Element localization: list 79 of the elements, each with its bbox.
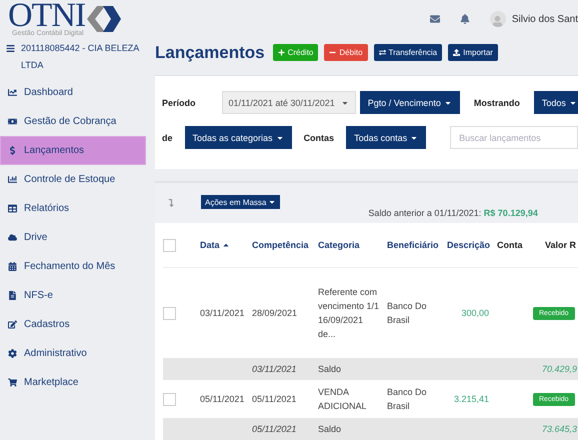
- category-cell-text: VENDA ADICIONAL: [318, 386, 368, 413]
- action-button[interactable]: Transferência: [374, 44, 442, 61]
- filter-label: de: [162, 132, 173, 142]
- column-header: Conta: [497, 240, 524, 250]
- sidebar-item[interactable]: Relatórios: [0, 194, 146, 223]
- dollar-icon: [8, 146, 17, 155]
- line-chart-icon: [8, 88, 17, 97]
- balance-date: 03/11/2021: [252, 363, 298, 376]
- competence-cell-text: 05/11/2021: [252, 393, 298, 406]
- edit-icon: [8, 320, 17, 329]
- search-field[interactable]: Buscar lançamentos: [450, 126, 578, 149]
- sidebar-item[interactable]: Gestão de Cobrança: [0, 107, 146, 136]
- sidebar-item[interactable]: Marketplace: [0, 368, 146, 397]
- date-cell-text: 03/11/2021: [200, 307, 246, 320]
- filter-label: Período: [162, 98, 196, 108]
- row-checkbox[interactable]: [163, 306, 176, 320]
- company-name: 201118085442 - CIA BELEZA LTDA: [21, 42, 140, 72]
- user-name[interactable]: Silvio dos Sant: [512, 14, 578, 24]
- balance-label: Saldo: [318, 423, 342, 436]
- sidebar-item[interactable]: Fechamento do Mês: [0, 252, 146, 281]
- document-icon: [8, 291, 17, 300]
- cloud-icon: [8, 233, 17, 242]
- payee-cell-text: Banco Do Brasil: [387, 300, 428, 327]
- table-icon: [8, 204, 17, 213]
- accounts-dropdown[interactable]: Todas contas: [346, 126, 426, 149]
- category-dropdown[interactable]: Todas as categorias: [184, 126, 292, 149]
- competence-cell-text: 28/09/2021: [252, 307, 298, 320]
- amount-cell-text: 3.215,41: [452, 393, 490, 406]
- column-header[interactable]: Data: [200, 240, 252, 250]
- banknote-icon: [8, 117, 17, 126]
- payee-cell-text: Banco Do Brasil: [387, 386, 428, 413]
- notification-icon[interactable]: [460, 14, 470, 24]
- menu-icon[interactable]: [6, 44, 15, 53]
- mail-icon[interactable]: [430, 14, 440, 24]
- sidebar-item[interactable]: Lançamentos: [0, 136, 146, 165]
- row-checkbox[interactable]: [163, 392, 176, 406]
- plus-icon: [278, 49, 285, 56]
- filter-label: Mostrando: [474, 98, 520, 108]
- level-down-icon: [167, 199, 175, 207]
- settings-icon: [8, 349, 17, 358]
- select-all-checkbox[interactable]: [163, 238, 176, 252]
- bulk-actions-dropdown[interactable]: Ações em Massa: [201, 195, 280, 209]
- column-header[interactable]: Beneficiário: [387, 240, 447, 250]
- column-header: Valor R: [544, 240, 578, 250]
- balance-label: Saldo: [318, 363, 342, 376]
- filter-label: Contas: [304, 132, 334, 142]
- column-header[interactable]: Categoria: [318, 240, 387, 250]
- sidebar-item[interactable]: NFS-e: [0, 281, 146, 310]
- sort-up-icon: [222, 241, 230, 249]
- sidebar-item[interactable]: Drive: [0, 223, 146, 252]
- calendar-icon: [8, 262, 17, 271]
- date-type-dropdown[interactable]: Pgto / Vencimento: [360, 91, 460, 114]
- logo-text: OTNI: [8, 2, 86, 30]
- swap-icon: [378, 49, 386, 56]
- balance-value: 70.429,9: [540, 363, 578, 376]
- column-header[interactable]: Descrição: [447, 240, 497, 250]
- sidebar-item[interactable]: Cadastros: [0, 310, 146, 339]
- balance-value: 73.645,3: [540, 423, 578, 436]
- column-header[interactable]: Competência: [252, 240, 318, 250]
- avatar-icon[interactable]: [490, 11, 506, 27]
- action-button[interactable]: Importar: [448, 44, 498, 61]
- sidebar-item[interactable]: Dashboard: [0, 78, 146, 107]
- cart-icon: [8, 378, 17, 387]
- logo-icon: [87, 4, 122, 34]
- caret-icon: [268, 198, 276, 206]
- sidebar-item[interactable]: Administrativo: [0, 339, 146, 368]
- date-cell-text: 05/11/2021: [200, 393, 246, 406]
- showing-dropdown[interactable]: Todos: [534, 91, 578, 114]
- sidebar-item[interactable]: Controle de Estoque: [0, 165, 146, 194]
- category-cell-text: Referente com vencimento 1/1 16/09/2021 de...: [318, 286, 380, 341]
- bar-chart-icon: [8, 175, 17, 184]
- previous-balance: Saldo anterior a 01/11/2021: R$ 70.129,94: [368, 208, 539, 218]
- date-range-field[interactable]: 01/11/2021 até 30/11/2021: [222, 91, 356, 114]
- balance-date: 05/11/2021: [252, 423, 298, 436]
- action-button[interactable]: Débito: [324, 44, 368, 61]
- upload-icon: [453, 49, 460, 56]
- minus-icon: [329, 49, 336, 56]
- page-title: Lançamentos: [155, 42, 265, 62]
- amount-cell-text: 300,00: [460, 307, 490, 320]
